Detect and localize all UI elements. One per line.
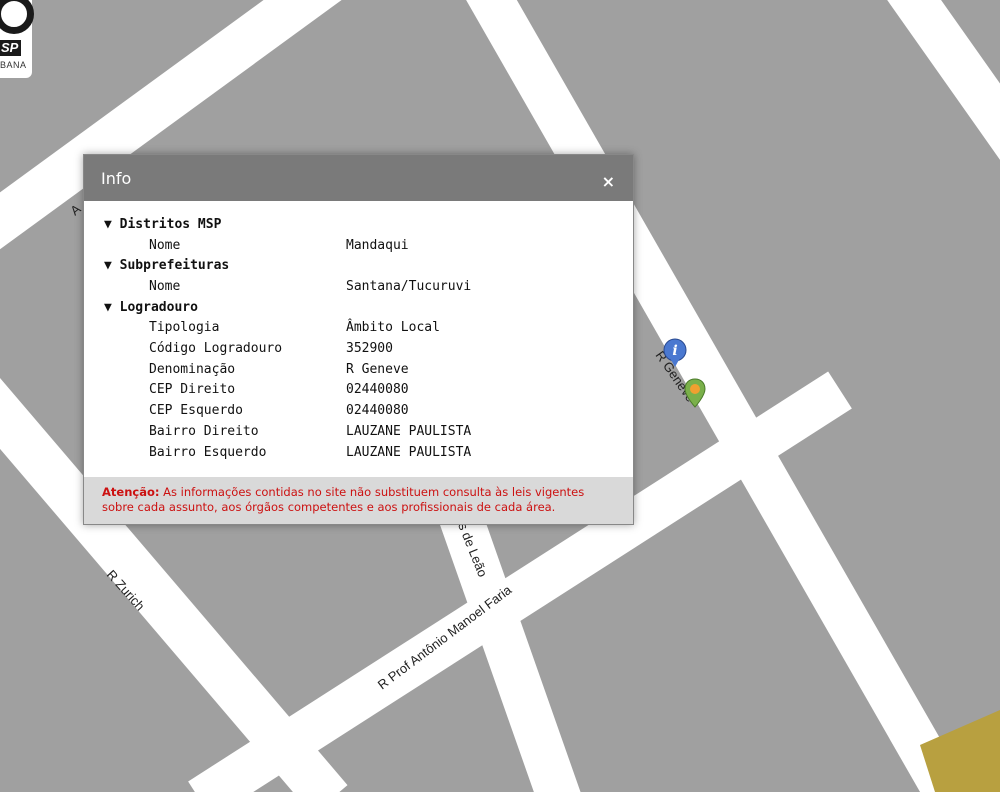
section-heading-distritos[interactable]: ▼ Distritos MSP: [104, 215, 633, 236]
info-value: LAUZANE PAULISTA: [346, 424, 472, 440]
dialog-title: Info: [101, 169, 132, 188]
info-dialog: Info × ▼ Distritos MSP Nome Mandaqui ▼ S…: [83, 154, 634, 525]
section-heading-logradouro[interactable]: ▼ Logradouro: [104, 298, 633, 319]
disclaimer-label: Atenção:: [102, 485, 160, 499]
city-logo: SP BANA: [0, 0, 34, 78]
info-value: 02440080: [346, 382, 409, 398]
info-label: CEP Direito: [149, 382, 236, 398]
logo-ring: [0, 0, 34, 34]
logo-subtext: BANA: [0, 60, 27, 70]
info-row: CEP Direito 02440080: [104, 380, 633, 401]
info-row: Nome Santana/Tucuruvi: [104, 277, 633, 298]
info-value: Santana/Tucuruvi: [346, 278, 472, 294]
info-value: LAUZANE PAULISTA: [346, 444, 472, 460]
info-label: Bairro Direito: [149, 424, 259, 440]
dialog-body: ▼ Distritos MSP Nome Mandaqui ▼ Subprefe…: [84, 201, 633, 475]
disclaimer-text: As informações contidas no site não subs…: [102, 485, 585, 514]
info-value: R Geneve: [346, 361, 409, 377]
info-value: Âmbito Local: [346, 320, 440, 336]
info-row: Denominação R Geneve: [104, 360, 633, 381]
info-row: Bairro Esquerdo LAUZANE PAULISTA: [104, 443, 633, 464]
info-value: 352900: [346, 340, 393, 356]
info-row: CEP Esquerdo 02440080: [104, 401, 633, 422]
logo-text: SP: [0, 40, 22, 56]
info-label: Denominação: [149, 361, 236, 377]
info-label: Nome: [149, 237, 181, 253]
info-label: Bairro Esquerdo: [149, 444, 267, 460]
info-row: Tipologia Âmbito Local: [104, 318, 633, 339]
info-value: Mandaqui: [346, 237, 409, 253]
section-heading-subprefeituras[interactable]: ▼ Subprefeituras: [104, 256, 633, 277]
info-label: Nome: [149, 278, 181, 294]
svg-text:i: i: [672, 343, 677, 359]
info-value: 02440080: [346, 403, 409, 419]
info-label: Código Logradouro: [149, 340, 283, 356]
disclaimer-footer: Atenção: As informações contidas no site…: [84, 477, 633, 524]
close-button[interactable]: ×: [602, 172, 615, 191]
dialog-header[interactable]: Info ×: [84, 155, 633, 201]
info-label: Tipologia: [149, 320, 220, 336]
location-pin-icon[interactable]: [684, 378, 706, 408]
info-row: Bairro Direito LAUZANE PAULISTA: [104, 422, 633, 443]
info-row: Código Logradouro 352900: [104, 339, 633, 360]
info-label: CEP Esquerdo: [149, 403, 243, 419]
info-row: Nome Mandaqui: [104, 236, 633, 257]
info-marker-icon[interactable]: i: [662, 338, 688, 368]
